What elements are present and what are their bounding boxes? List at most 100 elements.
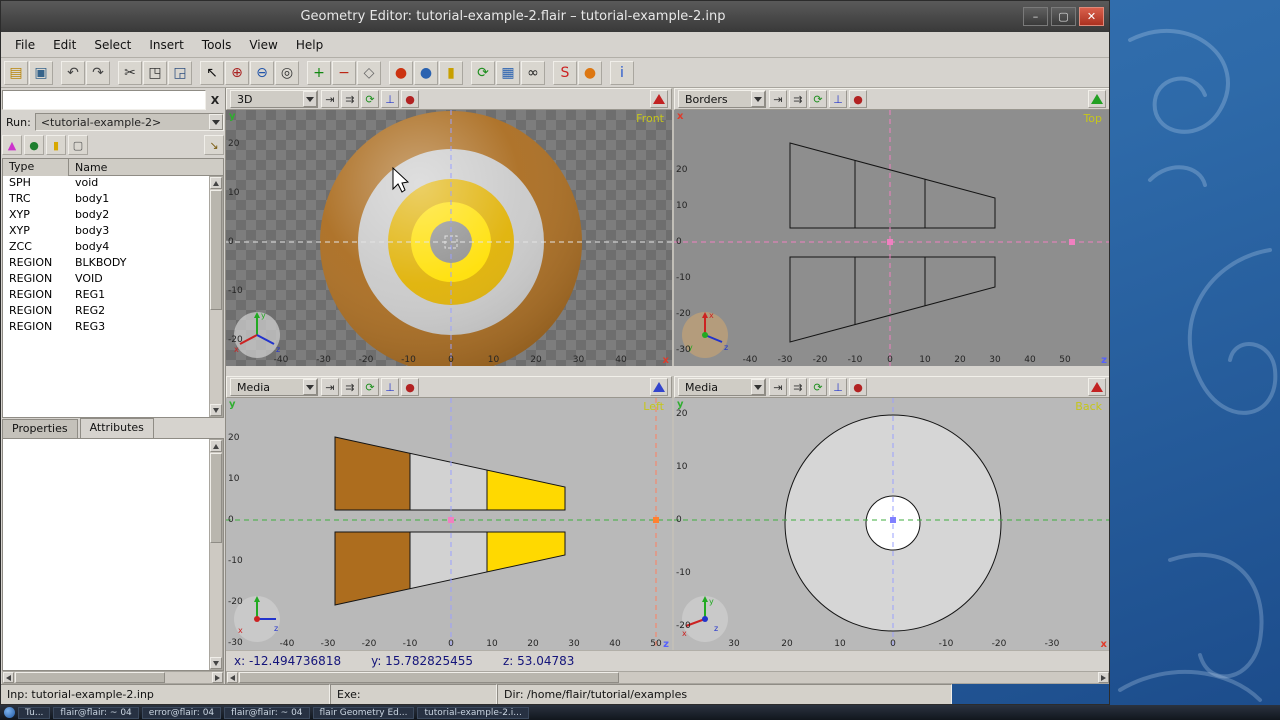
layer-select-media-back[interactable]: Media xyxy=(678,378,766,396)
viewport-media-left-canvas[interactable]: x z Left y z -40 -30 -20 -10 0 10 20 30 40 50 20 10… xyxy=(226,398,672,650)
table-row[interactable]: XYP body2 xyxy=(3,208,209,224)
scroll-left-icon[interactable] xyxy=(3,672,14,683)
start-menu-icon[interactable] xyxy=(4,707,15,718)
material-red-button[interactable]: ● xyxy=(389,60,413,85)
clear-filter-button[interactable]: X xyxy=(206,90,224,110)
viewport-splitter-horizontal[interactable] xyxy=(226,366,1110,376)
open-button[interactable]: ▤ xyxy=(4,60,28,85)
orientation-gizmo[interactable]: x z y xyxy=(682,311,728,358)
attributes-scrollbar[interactable] xyxy=(209,439,223,670)
taskbar-item[interactable]: Tu... xyxy=(18,706,51,719)
column-name[interactable]: Name xyxy=(69,161,223,174)
layer-select-borders[interactable]: Borders xyxy=(678,90,766,108)
maximize-viewport-button[interactable] xyxy=(650,378,668,396)
directory-field[interactable]: Dir: /home/flair/tutorial/examples xyxy=(497,684,952,705)
table-row[interactable]: REGION REG1 xyxy=(3,288,209,304)
menu-select[interactable]: Select xyxy=(85,35,140,55)
material-tool-button[interactable]: ● xyxy=(24,135,44,155)
axes-button[interactable]: ⊥ xyxy=(381,90,399,108)
stereo-button[interactable]: ∞ xyxy=(521,60,545,85)
maximize-viewport-button[interactable] xyxy=(650,90,668,108)
material-blue-button[interactable]: ● xyxy=(414,60,438,85)
scroll-thumb[interactable] xyxy=(210,190,222,310)
scroll-thumb[interactable] xyxy=(210,453,222,543)
redo-button[interactable]: ↷ xyxy=(86,60,110,85)
cut-button[interactable]: ✂ xyxy=(118,60,142,85)
scroll-up-icon[interactable] xyxy=(210,440,222,452)
maximize-viewport-button[interactable] xyxy=(1088,378,1106,396)
pin-tool-button[interactable]: ↘ xyxy=(204,135,224,155)
menu-help[interactable]: Help xyxy=(287,35,332,55)
reload-button[interactable]: ⟳ xyxy=(361,90,379,108)
taskbar-item[interactable]: flair@flair: ~ 04 xyxy=(53,706,139,719)
export-button[interactable]: S xyxy=(553,60,577,85)
scroll-left-icon[interactable] xyxy=(227,672,238,683)
taskbar-item[interactable]: error@flair: 04 xyxy=(141,706,222,719)
orientation-gizmo[interactable]: y x z xyxy=(682,596,728,642)
layer-select-media-left[interactable]: Media xyxy=(230,378,318,396)
info-button[interactable]: i xyxy=(610,60,634,85)
refresh-button[interactable]: ⟳ xyxy=(471,60,495,85)
minimize-button[interactable]: – xyxy=(1023,6,1048,26)
column-type[interactable]: Type xyxy=(3,158,69,176)
copy-button[interactable]: ◳ xyxy=(143,60,167,85)
table-row[interactable]: XYP body3 xyxy=(3,224,209,240)
table-row[interactable]: REGION BLKBODY xyxy=(3,256,209,272)
axes-button[interactable]: ⊥ xyxy=(381,378,399,396)
reload-button[interactable]: ⟳ xyxy=(809,90,827,108)
reload-button[interactable]: ⟳ xyxy=(361,378,379,396)
remove-button[interactable]: − xyxy=(332,60,356,85)
viewport-3d-canvas[interactable]: y x z Front y x -40 -30 -20 -10 0 10 20 30 40 20 1… xyxy=(226,110,672,366)
chevron-down-icon[interactable] xyxy=(751,379,765,395)
axes-button[interactable]: ⊥ xyxy=(829,90,847,108)
orientation-gizmo[interactable]: x z xyxy=(234,596,280,642)
menu-view[interactable]: View xyxy=(240,35,286,55)
filter-input[interactable] xyxy=(2,90,206,110)
viewport-borders-canvas[interactable]: x z y Top x z -40 -30 -20 -10 0 10 20 30 40 50 20 1… xyxy=(674,110,1110,366)
viewport-media-back-canvas[interactable]: y x z Back y x 30 20 10 0 -10 -20 -30 20 10 0 -10-… xyxy=(674,398,1110,650)
insect-button[interactable]: ● xyxy=(849,90,867,108)
origin-handle[interactable] xyxy=(890,517,896,523)
maximize-button[interactable]: ▢ xyxy=(1051,6,1076,26)
scroll-right-icon[interactable] xyxy=(212,672,223,683)
menu-edit[interactable]: Edit xyxy=(44,35,85,55)
table-row[interactable]: ZCC body4 xyxy=(3,240,209,256)
axes-button[interactable]: ⊥ xyxy=(829,378,847,396)
select-button[interactable]: ↖ xyxy=(200,60,224,85)
table-row[interactable]: REGION REG2 xyxy=(3,304,209,320)
taskbar-item[interactable]: flair Geometry Ed... xyxy=(312,706,415,719)
focus-button[interactable]: ⇥ xyxy=(769,90,787,108)
lock-button[interactable]: ▮ xyxy=(439,60,463,85)
zoom-out-button[interactable]: ⊖ xyxy=(250,60,274,85)
save-button[interactable]: ▣ xyxy=(29,60,53,85)
palette-button[interactable]: ▦ xyxy=(496,60,520,85)
reload-button[interactable]: ⟳ xyxy=(809,378,827,396)
origin-handle[interactable] xyxy=(887,239,893,245)
viewport-hscrollbar[interactable] xyxy=(226,671,1110,684)
plane-handle[interactable] xyxy=(653,517,659,523)
focus-button[interactable]: ⇥ xyxy=(321,378,339,396)
note-tool-button[interactable]: ▢ xyxy=(68,135,88,155)
run-select[interactable]: <tutorial-example-2> xyxy=(34,113,224,131)
table-row[interactable]: SPH void xyxy=(3,176,209,192)
axis-handle[interactable] xyxy=(1069,239,1075,245)
zone-tool-button[interactable]: ▲ xyxy=(2,135,22,155)
scroll-thumb[interactable] xyxy=(15,672,165,683)
menu-tools[interactable]: Tools xyxy=(193,35,241,55)
taskbar-item[interactable]: flair@flair: ~ 04 xyxy=(224,706,310,719)
tab-attributes[interactable]: Attributes xyxy=(79,418,154,438)
table-scrollbar[interactable] xyxy=(209,176,223,417)
chevron-down-icon[interactable] xyxy=(751,91,765,107)
scroll-thumb[interactable] xyxy=(239,672,619,683)
executable-field[interactable]: Exe: xyxy=(330,684,497,705)
sphere-button[interactable]: ● xyxy=(578,60,602,85)
forward-button[interactable]: ⇉ xyxy=(789,378,807,396)
close-button[interactable]: ✕ xyxy=(1079,6,1104,26)
menu-file[interactable]: File xyxy=(6,35,44,55)
chevron-down-icon[interactable] xyxy=(303,379,317,395)
origin-handle[interactable] xyxy=(448,517,454,523)
insect-button[interactable]: ● xyxy=(849,378,867,396)
insect-button[interactable]: ● xyxy=(401,378,419,396)
maximize-viewport-button[interactable] xyxy=(1088,90,1106,108)
chevron-down-icon[interactable] xyxy=(303,91,317,107)
